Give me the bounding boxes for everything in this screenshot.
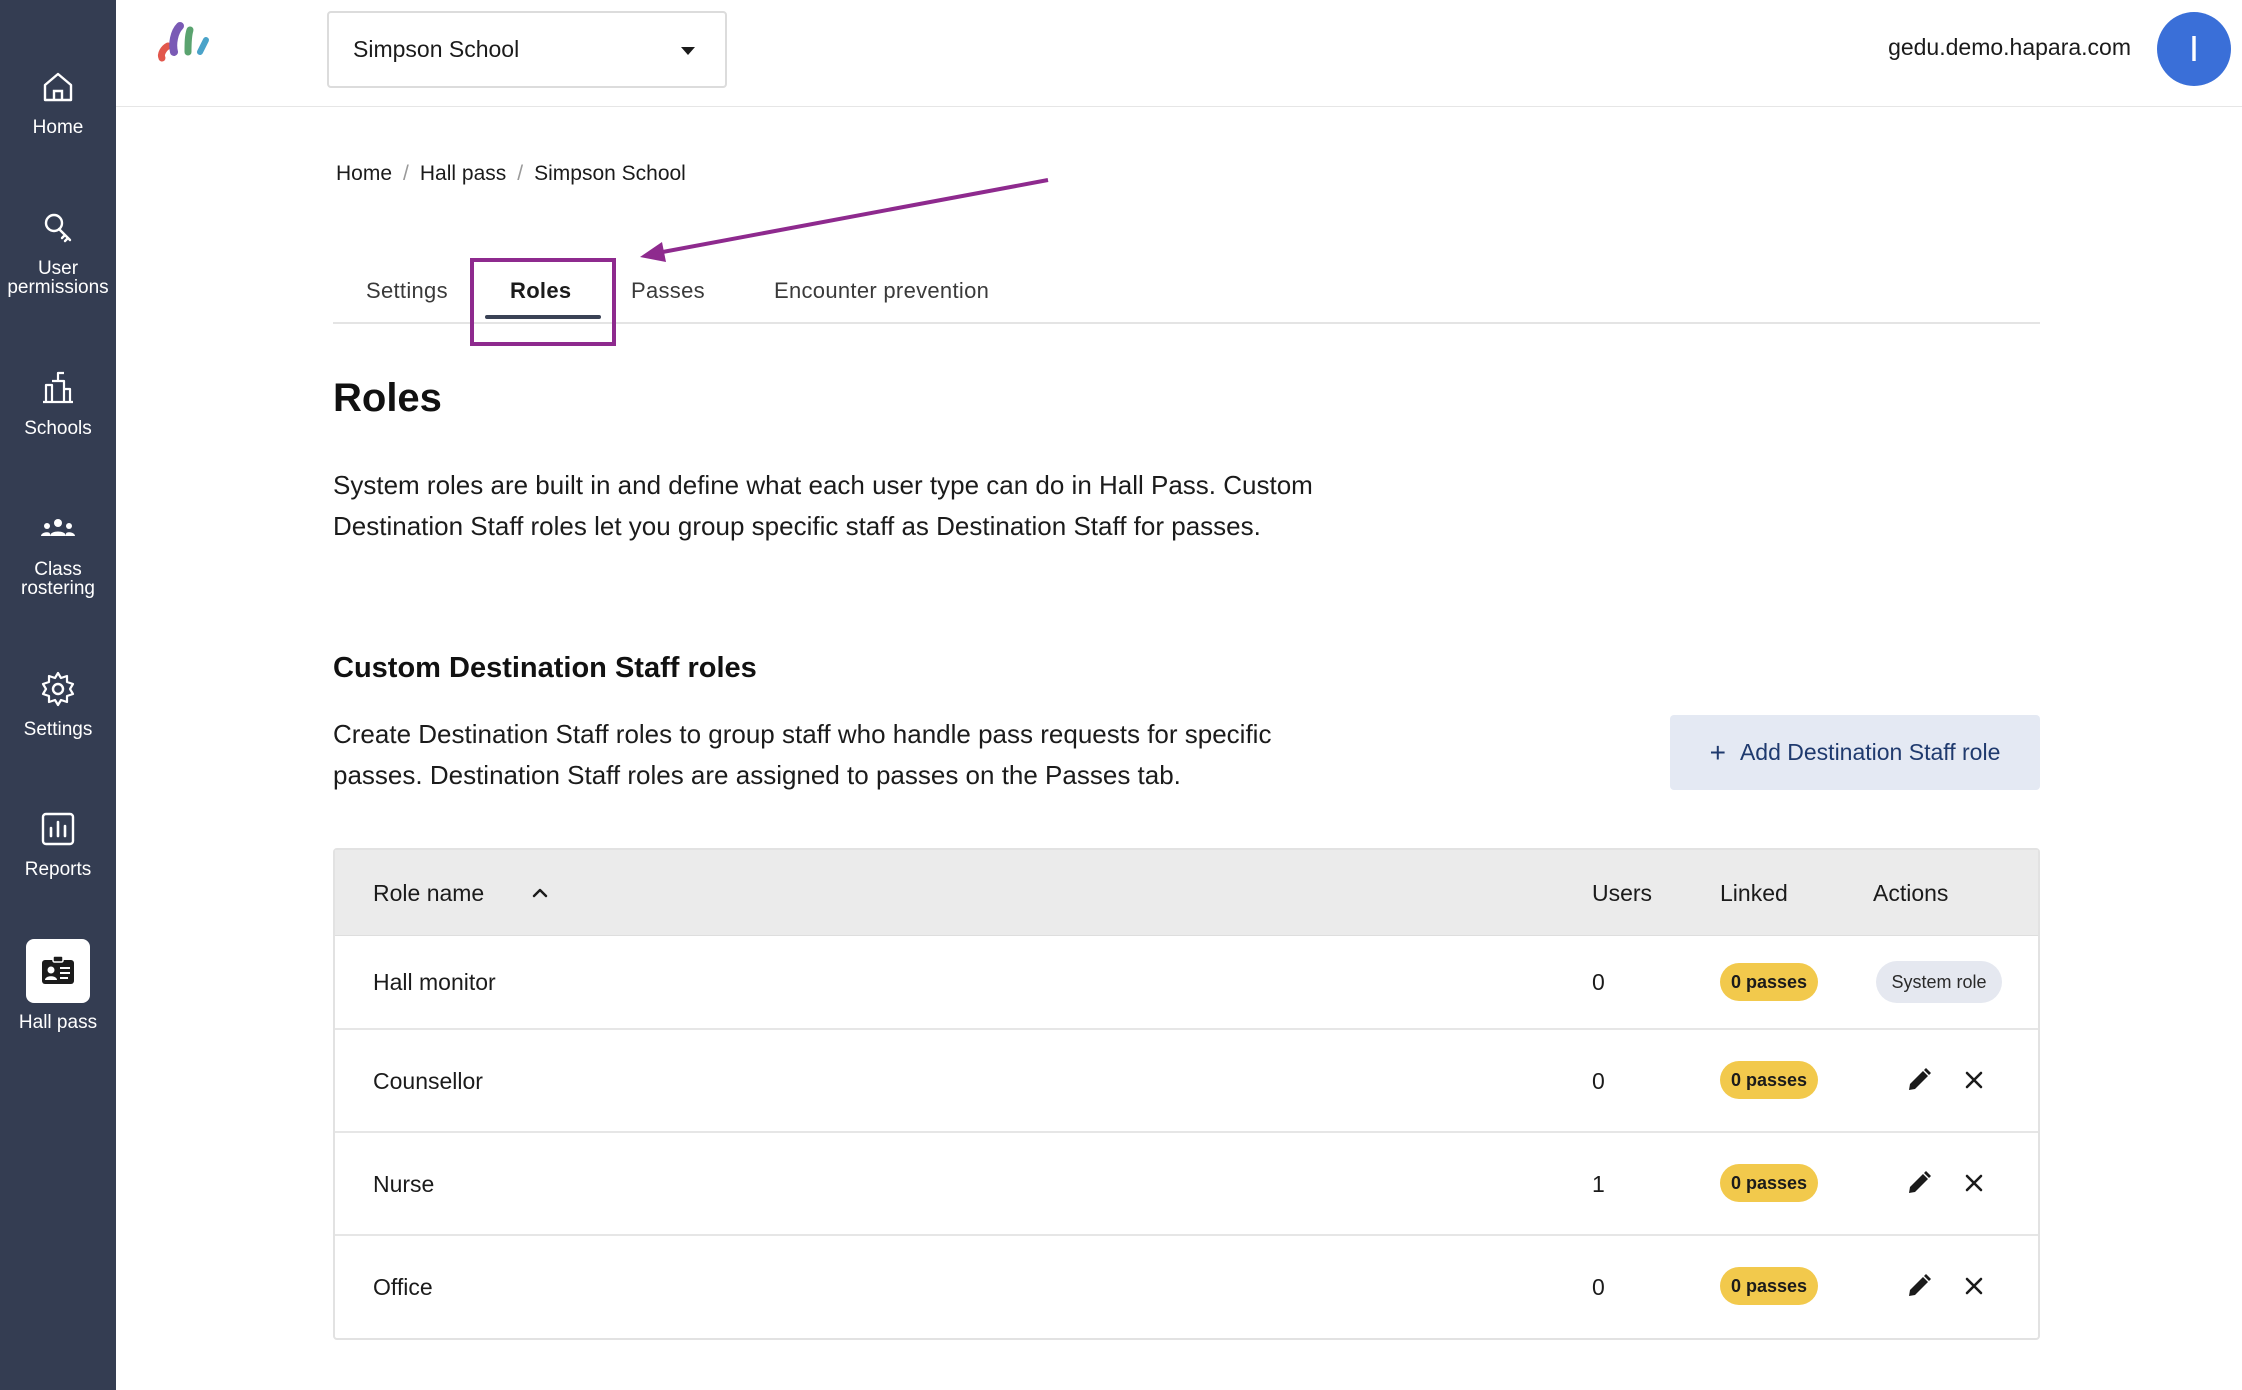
add-destination-staff-role-button[interactable]: + Add Destination Staff role	[1670, 715, 2040, 790]
sidebar-item-schools[interactable]: Schools	[0, 367, 116, 438]
linked-passes-badge[interactable]: 0 passes	[1720, 1267, 1818, 1305]
sidebar-item-settings[interactable]: Settings	[0, 668, 116, 739]
sidebar-item-user-permissions[interactable]: User permissions	[0, 207, 116, 297]
sidebar-item-reports[interactable]: Reports	[0, 808, 116, 879]
sidebar-item-hall-pass[interactable]: Hall pass	[0, 939, 116, 1032]
sidebar-item-label: Settings	[23, 719, 93, 740]
section-title: Custom Destination Staff roles	[333, 652, 757, 684]
avatar[interactable]: I	[2157, 12, 2231, 86]
id-card-icon	[42, 955, 74, 984]
home-icon	[43, 72, 73, 102]
sidebar-item-label: Home	[32, 117, 84, 138]
sidebar-item-label: Hall pass	[18, 1012, 98, 1033]
column-header-actions: Actions	[1873, 880, 1949, 906]
school-select-value: Simpson School	[353, 36, 520, 62]
plus-icon: +	[1709, 736, 1726, 768]
top-header: Simpson School gedu.demo.hapara.com I	[116, 0, 2242, 107]
app-logo	[158, 22, 209, 62]
table-row: Office 0 0 passes	[335, 1236, 2038, 1338]
tab-passes[interactable]: Passes	[631, 278, 705, 304]
table-row: Nurse 1 0 passes	[335, 1133, 2038, 1236]
sidebar: Home User permissions Schools Class rost…	[0, 0, 116, 1390]
column-header-linked: Linked	[1720, 880, 1788, 906]
breadcrumb-home[interactable]: Home	[336, 162, 392, 186]
sidebar-item-label: Schools	[24, 418, 92, 439]
table-row: Hall monitor 0 0 passes System role	[335, 936, 2038, 1030]
breadcrumb-separator: /	[517, 162, 524, 185]
users-count: 0	[1592, 969, 1605, 995]
roles-table: Role name Users Linked Actions Hall moni…	[333, 848, 2040, 1340]
breadcrumb-separator: /	[403, 162, 409, 185]
sidebar-item-home[interactable]: Home	[0, 66, 116, 137]
caret-down-icon	[681, 47, 695, 55]
bar-chart-icon	[41, 812, 75, 846]
page-title: Roles	[333, 376, 442, 420]
edit-icon[interactable]	[1905, 1066, 1933, 1094]
active-indicator	[26, 939, 90, 1003]
users-count: 0	[1592, 1068, 1605, 1094]
role-name: Hall monitor	[373, 969, 496, 995]
tab-settings[interactable]: Settings	[366, 278, 448, 304]
users-count: 1	[1592, 1171, 1605, 1197]
role-name: Counsellor	[373, 1068, 483, 1094]
school-building-icon	[43, 371, 73, 404]
edit-icon[interactable]	[1905, 1272, 1933, 1300]
sort-ascending-icon[interactable]	[529, 882, 551, 904]
sidebar-item-label: User permissions	[7, 258, 109, 298]
delete-icon[interactable]	[1960, 1169, 1988, 1197]
role-name: Office	[373, 1274, 433, 1300]
edit-icon[interactable]	[1905, 1169, 1933, 1197]
linked-passes-badge[interactable]: 0 passes	[1720, 1164, 1818, 1202]
people-group-icon	[41, 519, 75, 536]
column-header-role-name[interactable]: Role name	[373, 880, 484, 907]
table-header: Role name Users Linked Actions	[335, 850, 2038, 936]
delete-icon[interactable]	[1960, 1272, 1988, 1300]
gear-icon	[41, 671, 75, 707]
page-description: System roles are built in and define wha…	[333, 470, 1313, 541]
linked-passes-badge[interactable]: 0 passes	[1720, 1061, 1818, 1099]
key-icon	[44, 213, 72, 243]
annotation-highlight-box	[470, 258, 616, 346]
users-count: 0	[1592, 1274, 1605, 1300]
domain-label: gedu.demo.hapara.com	[1888, 34, 2131, 60]
section-description: Create Destination Staff roles to group …	[333, 719, 1272, 790]
column-header-users: Users	[1592, 880, 1653, 906]
table-row: Counsellor 0 0 passes	[335, 1030, 2038, 1133]
role-name: Nurse	[373, 1171, 435, 1197]
breadcrumb-hall-pass[interactable]: Hall pass	[420, 162, 506, 186]
system-role-badge: System role	[1876, 961, 2002, 1003]
school-select[interactable]: Simpson School	[327, 11, 727, 88]
tab-encounter-prevention[interactable]: Encounter prevention	[774, 278, 989, 304]
sidebar-item-label: Class rostering	[21, 559, 95, 599]
annotation-arrow	[640, 178, 1049, 262]
delete-icon[interactable]	[1960, 1066, 1988, 1094]
sidebar-item-class-rostering[interactable]: Class rostering	[0, 508, 116, 598]
add-button-label: Add Destination Staff role	[1739, 739, 2001, 765]
linked-passes-badge[interactable]: 0 passes	[1720, 963, 1818, 1001]
sidebar-item-label: Reports	[24, 859, 92, 880]
